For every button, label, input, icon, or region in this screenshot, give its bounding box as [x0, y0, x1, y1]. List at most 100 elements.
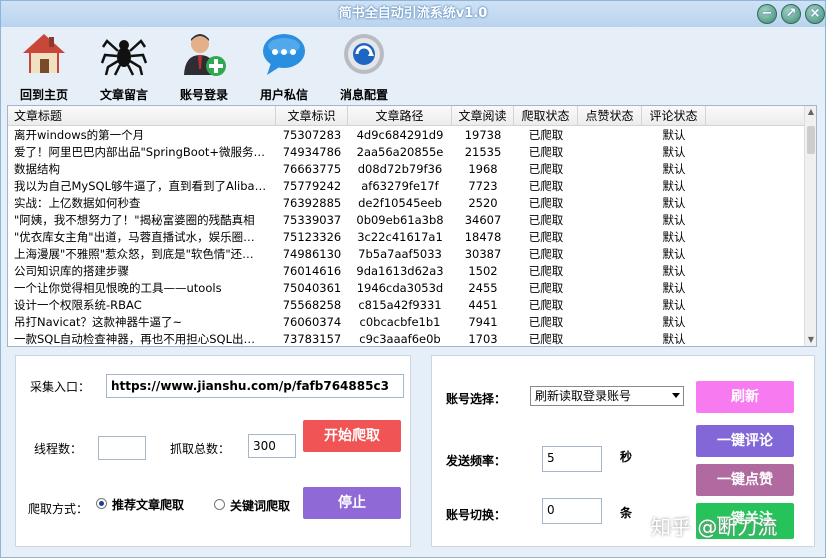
- table-cell: 已爬取: [528, 264, 564, 278]
- col-crawl-status[interactable]: 爬取状态: [514, 106, 578, 126]
- table-row[interactable]: 公司知识库的搭建步骤 76014616 9da1613d62a3 1502 已爬取 默认: [8, 263, 806, 280]
- account-select[interactable]: 刷新读取登录账号: [530, 386, 684, 406]
- table-cell: 75040361: [282, 281, 342, 295]
- table-row[interactable]: 吊打Navicat？这款神器牛逼了~ 76060374 c0bcacbfe1b1 79…: [8, 314, 806, 331]
- table-cell: 离开windows的第一个月: [14, 128, 145, 142]
- tool-comment[interactable]: 文章留言: [93, 31, 155, 103]
- account-select-label: 账号选择：: [446, 392, 507, 406]
- col-reads[interactable]: 文章阅读: [452, 106, 514, 126]
- table-cell: 已爬取: [528, 332, 564, 346]
- entry-label: 采集入口：: [30, 380, 91, 394]
- table-row[interactable]: 爱了！阿里巴巴内部出品"SpringBoot+微服务… 74934786 2aa56…: [8, 144, 806, 161]
- table-header: 文章标题 文章标识 文章路径 文章阅读 爬取状态 点赞状态 评论状态: [8, 106, 806, 126]
- table-cell: 7723: [468, 179, 498, 193]
- table-cell: 已爬取: [528, 298, 564, 312]
- table-cell: 9da1613d62a3: [356, 264, 444, 278]
- table-cell: c815a42f9331: [358, 298, 442, 312]
- table-cell: 数据结构: [14, 162, 60, 176]
- table-cell: 默认: [662, 264, 686, 278]
- watermark: 知乎 @断刀流: [651, 515, 778, 539]
- freq-label: 发送频率：: [446, 454, 507, 468]
- table-row[interactable]: 一个让你觉得相见恨晚的工具——utools 75040361 1946cda3053…: [8, 280, 806, 297]
- table-cell: 74986130: [282, 247, 342, 261]
- table-cell: 2455: [468, 281, 498, 295]
- table-cell: 默认: [662, 145, 686, 159]
- mode-keyword-radio[interactable]: [214, 499, 225, 510]
- stop-button[interactable]: 停止: [303, 487, 401, 519]
- table-row[interactable]: 一款SQL自动检查神器，再也不用担心SQL出… 73783157 c9c3aaaf6…: [8, 331, 806, 346]
- user-add-icon: [184, 34, 226, 76]
- table-cell: 74934786: [282, 145, 342, 159]
- threads-input[interactable]: [98, 436, 146, 460]
- table-cell: 19738: [464, 128, 502, 142]
- table-cell: 已爬取: [528, 213, 564, 227]
- refresh-button[interactable]: 刷新: [696, 381, 794, 413]
- table-cell: 已爬取: [528, 247, 564, 261]
- tool-message[interactable]: 用户私信: [253, 31, 315, 103]
- pin-button[interactable]: ↗: [781, 4, 801, 24]
- table-row[interactable]: 数据结构 76663775 d08d72b79f36 1968 已爬取 默认: [8, 161, 806, 178]
- col-id[interactable]: 文章标识: [276, 106, 348, 126]
- toolbar: 回到主页 文章留言 账号登录 用户私信 消息配置: [1, 27, 825, 103]
- table-cell: 上海漫展"不雅照"惹众怒，到底是"软色情"还…: [14, 247, 254, 261]
- table-cell: 1968: [468, 162, 498, 176]
- tool-login-label: 账号登录: [179, 88, 228, 102]
- switch-input[interactable]: 0: [542, 498, 602, 524]
- col-path[interactable]: 文章路径: [348, 106, 452, 126]
- start-crawl-button[interactable]: 开始爬取: [303, 420, 401, 452]
- tool-config[interactable]: 消息配置: [333, 31, 395, 103]
- table-cell: 已爬取: [528, 281, 564, 295]
- table-cell: 4451: [468, 298, 498, 312]
- entry-url-input[interactable]: https://www.jianshu.com/p/fafb764885c3: [106, 374, 404, 398]
- table-row[interactable]: "阿姨，我不想努力了！"揭秘富婆圈的残酷真相 75339037 0b09eb61a3…: [8, 212, 806, 229]
- freq-input[interactable]: 5: [542, 446, 602, 472]
- table-cell: 爱了！阿里巴巴内部出品"SpringBoot+微服务…: [14, 145, 266, 159]
- table-cell: 3c22c41617a1: [357, 230, 443, 244]
- mode-keyword-label[interactable]: 关键词爬取: [230, 497, 290, 514]
- table-cell: 7941: [468, 315, 498, 329]
- table-cell: 75307283: [282, 128, 342, 142]
- scroll-down-icon[interactable]: ▼: [805, 334, 816, 346]
- mode-recommend-label[interactable]: 推荐文章爬取: [112, 496, 184, 513]
- col-like-status[interactable]: 点赞状态: [578, 106, 642, 126]
- table-cell: 默认: [662, 332, 686, 346]
- table-cell: 已爬取: [528, 128, 564, 142]
- close-button[interactable]: ×: [805, 4, 825, 24]
- scroll-up-icon[interactable]: ▲: [805, 106, 816, 118]
- tool-home[interactable]: 回到主页: [13, 31, 75, 103]
- table-row[interactable]: 实战：上亿数据如何秒查 76392885 de2f10545eeb 2520 已爬取 默认: [8, 195, 806, 212]
- table-cell: 2520: [468, 196, 498, 210]
- one-click-like-button[interactable]: 一键点赞: [696, 464, 794, 496]
- table-row[interactable]: 离开windows的第一个月 75307283 4d9c684291d9 19738 已…: [8, 127, 806, 144]
- table-scrollbar[interactable]: ▲ ▼: [804, 106, 816, 346]
- tool-login[interactable]: 账号登录: [173, 31, 235, 103]
- table-row[interactable]: 上海漫展"不雅照"惹众怒，到底是"软色情"还… 74986130 7b5a7aaf5…: [8, 246, 806, 263]
- table-cell: 18478: [464, 230, 502, 244]
- table-cell: 2aa56a20855e: [356, 145, 444, 159]
- table-cell: 吊打Navicat？这款神器牛逼了~: [14, 315, 183, 329]
- col-title[interactable]: 文章标题: [8, 106, 276, 126]
- table-cell: 已爬取: [528, 145, 564, 159]
- minimize-button[interactable]: −: [757, 4, 777, 24]
- table-cell: 76060374: [282, 315, 342, 329]
- mode-recommend-radio[interactable]: [96, 498, 107, 509]
- scroll-thumb[interactable]: [807, 126, 815, 154]
- freq-unit: 秒: [620, 450, 633, 464]
- table-row[interactable]: 设计一个权限系统-RBAC 75568258 c815a42f9331 4451 已爬取…: [8, 297, 806, 314]
- table-cell: 75123326: [282, 230, 342, 244]
- total-input[interactable]: 300: [248, 434, 296, 458]
- account-select-value: 刷新读取登录账号: [535, 389, 632, 403]
- table-cell: 76663775: [282, 162, 342, 176]
- table-cell: 默认: [662, 247, 686, 261]
- table-cell: 公司知识库的搭建步骤: [14, 264, 129, 278]
- table-cell: 30387: [464, 247, 502, 261]
- table-cell: 已爬取: [528, 179, 564, 193]
- chat-bubble-icon: [263, 34, 305, 75]
- table-cell: 73783157: [282, 332, 342, 346]
- table-cell: 默认: [662, 230, 686, 244]
- table-row[interactable]: "优衣库女主角"出道，马蓉直播试水，娱乐圈… 75123326 3c22c41617…: [8, 229, 806, 246]
- table-cell: 默认: [662, 162, 686, 176]
- table-row[interactable]: 我以为自己MySQL够牛逼了，直到看到了Aliba… 75779242 af6327…: [8, 178, 806, 195]
- one-click-comment-button[interactable]: 一键评论: [696, 425, 794, 457]
- col-comment-status[interactable]: 评论状态: [642, 106, 706, 126]
